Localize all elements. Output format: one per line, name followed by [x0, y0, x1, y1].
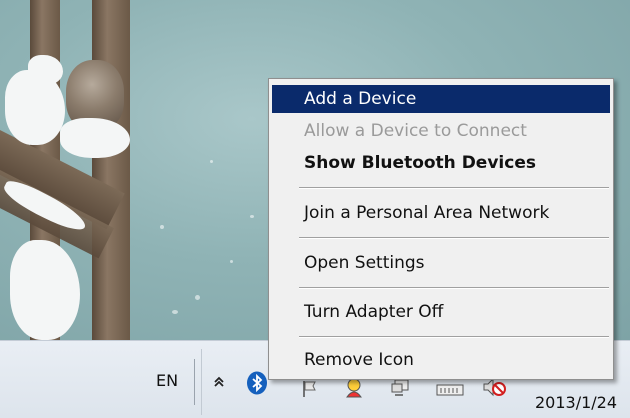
menu-separator — [299, 336, 609, 338]
menu-separator — [299, 287, 609, 289]
menu-item-add-device[interactable]: Add a Device — [272, 85, 610, 113]
taskbar-separator — [201, 349, 202, 415]
menu-item-open-settings[interactable]: Open Settings — [272, 249, 610, 277]
menu-item-turn-adapter-off[interactable]: Turn Adapter Off — [272, 298, 610, 326]
show-hidden-icons-chevron-icon[interactable] — [210, 373, 228, 391]
messenger-icon[interactable] — [343, 377, 365, 399]
bluetooth-icon[interactable] — [245, 371, 269, 395]
monitor-icon[interactable] — [390, 377, 412, 399]
menu-item-remove-icon[interactable]: Remove Icon — [272, 346, 610, 374]
menu-separator — [299, 237, 609, 239]
flag-icon[interactable] — [300, 379, 320, 399]
taskbar-separator — [194, 359, 195, 405]
menu-item-allow-device-connect: Allow a Device to Connect — [304, 121, 527, 141]
bluetooth-context-menu: Add a Device Allow a Device to Connect S… — [268, 78, 614, 380]
language-indicator[interactable]: EN — [156, 371, 178, 390]
menu-item-show-bluetooth-devices[interactable]: Show Bluetooth Devices — [272, 149, 610, 177]
menu-item-join-pan[interactable]: Join a Personal Area Network — [272, 199, 610, 227]
network-icon[interactable] — [436, 379, 464, 397]
menu-separator — [299, 187, 609, 189]
clock-date[interactable]: 2013/1/24 — [535, 393, 617, 412]
